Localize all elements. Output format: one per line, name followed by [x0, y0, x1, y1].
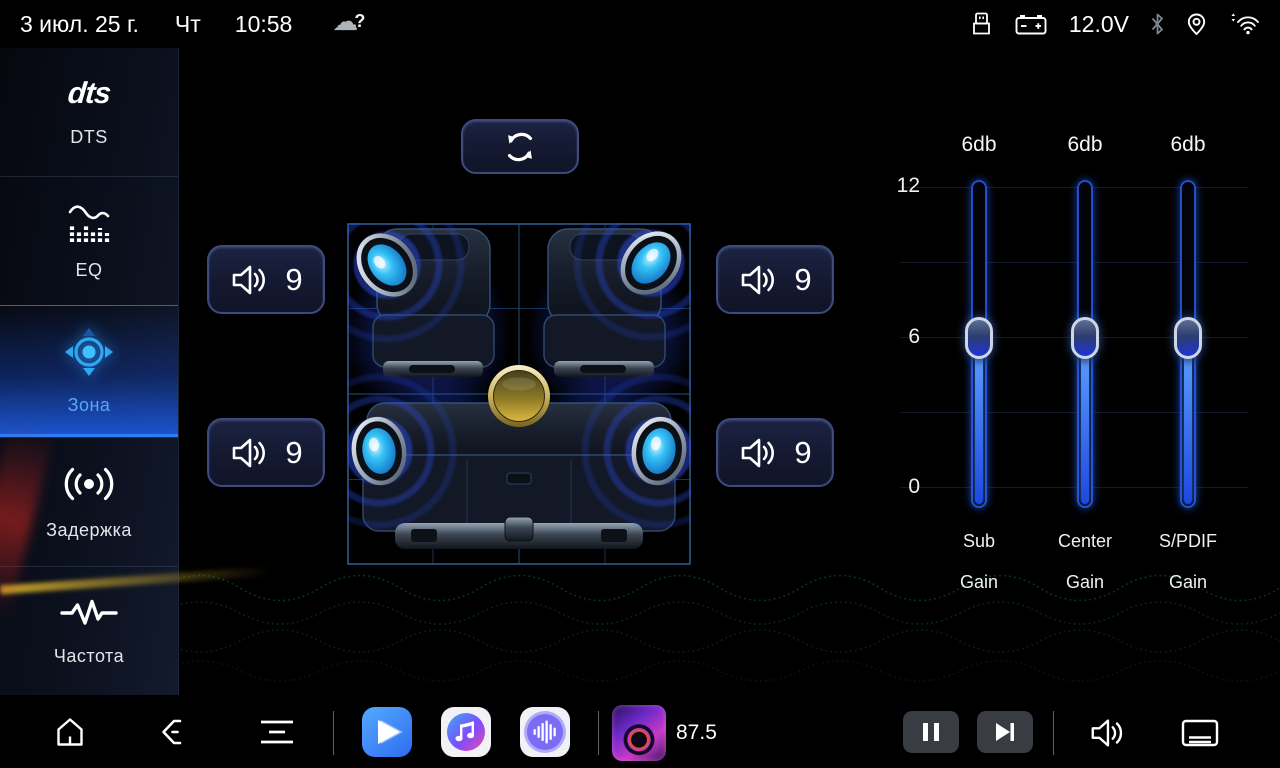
next-track-icon [993, 722, 1017, 742]
sub-gain-slider-thumb[interactable] [965, 317, 993, 359]
volume-value: 9 [285, 262, 302, 298]
speaker-icon [738, 436, 778, 470]
spdif-gain-slider-fill [1184, 338, 1192, 504]
radio-album-art[interactable] [612, 705, 666, 761]
volume-icon[interactable] [1088, 716, 1126, 750]
sidebar-item-delay[interactable]: Задержка [0, 437, 178, 566]
volume-value: 9 [794, 262, 811, 298]
head-unit-screen: 3 июл. 25 г. Чт 10:58 ☁ ? [0, 0, 1280, 768]
soundwave-background [0, 543, 1280, 698]
front-left-volume-button[interactable]: 9 [207, 245, 325, 314]
frequency-icon [57, 596, 121, 630]
balance-knob [488, 365, 550, 427]
settings-sidebar: dts DTS EQ [0, 48, 179, 695]
nav-separator [598, 711, 599, 755]
pause-button[interactable] [903, 711, 959, 753]
reset-icon [501, 128, 539, 166]
spdif-gain-value: 6db [1128, 133, 1248, 157]
speaker-icon [229, 263, 269, 297]
bluetooth-icon [1150, 12, 1165, 36]
weather-unknown-icon[interactable]: ☁ ? [332, 9, 366, 39]
sub-gain-value: 6db [919, 133, 1039, 157]
speaker-icon [738, 263, 778, 297]
status-bar: 3 июл. 25 г. Чт 10:58 ☁ ? [0, 0, 1280, 48]
voice-assistant-app-icon[interactable] [520, 707, 570, 757]
video-player-app-icon[interactable] [362, 707, 412, 757]
home-icon[interactable] [53, 715, 87, 749]
battery-voltage: 12.0V [1069, 11, 1129, 38]
next-track-button[interactable] [977, 711, 1033, 753]
equalizer-icon [66, 202, 112, 244]
scale-tick-0: 0 [874, 475, 920, 499]
nav-separator [333, 711, 334, 755]
usb-icon [970, 11, 993, 37]
radio-frequency: 87.5 [676, 721, 717, 745]
status-time: 10:58 [235, 11, 293, 38]
sidebar-item-frequency[interactable]: Частота [0, 566, 178, 695]
nav-separator [1053, 711, 1054, 755]
back-icon[interactable] [156, 715, 190, 749]
status-date: 3 июл. 25 г. [20, 11, 139, 38]
wifi-icon [1228, 12, 1260, 36]
sidebar-item-dts[interactable]: dts DTS [0, 48, 178, 176]
delay-icon [59, 464, 119, 504]
center-gain-value: 6db [1025, 133, 1145, 157]
spdif-gain-label: S/PDIF [1118, 531, 1258, 552]
car-battery-icon [1014, 12, 1048, 37]
center-gain-slider-fill [1081, 338, 1089, 504]
zone-reset-button[interactable] [461, 119, 579, 174]
dts-logo-icon: dts [66, 77, 112, 111]
rear-left-volume-button[interactable]: 9 [207, 418, 325, 487]
front-right-volume-button[interactable]: 9 [716, 245, 834, 314]
spdif-gain-slider-thumb[interactable] [1174, 317, 1202, 359]
zone-balance-icon [62, 325, 116, 379]
scale-tick-6: 6 [874, 325, 920, 349]
music-app-icon[interactable] [441, 707, 491, 757]
screen-display-icon[interactable] [1180, 718, 1220, 748]
volume-value: 9 [285, 435, 302, 471]
pause-icon [920, 722, 942, 742]
sidebar-item-zone[interactable]: Зона [0, 305, 178, 437]
speaker-icon [229, 436, 269, 470]
zone-seat-map[interactable] [347, 223, 691, 565]
status-weekday: Чт [175, 11, 201, 38]
sub-gain-slider-fill [975, 338, 983, 504]
scale-tick-12: 12 [874, 174, 920, 198]
sidebar-item-eq[interactable]: EQ [0, 176, 178, 305]
volume-value: 9 [794, 435, 811, 471]
center-gain-slider-thumb[interactable] [1071, 317, 1099, 359]
menu-lines-icon[interactable] [258, 717, 296, 747]
location-icon [1186, 12, 1207, 37]
rear-right-volume-button[interactable]: 9 [716, 418, 834, 487]
